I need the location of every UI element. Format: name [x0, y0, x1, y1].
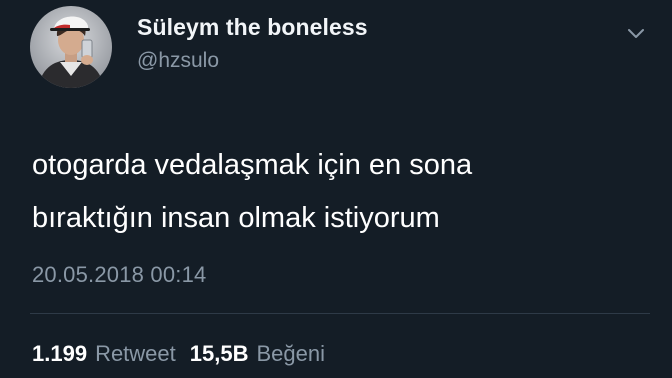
like-label: Beğeni — [256, 341, 326, 366]
retweet-stat[interactable]: 1.199 Retweet — [32, 341, 176, 367]
tweet-text: otogarda vedalaşmak için en sona bıraktı… — [32, 149, 473, 234]
divider — [30, 313, 650, 314]
avatar[interactable] — [30, 6, 112, 88]
profile-photo-icon — [30, 6, 112, 88]
tweet-card: Süleym the boneless @hzsulo otogarda ved… — [0, 0, 672, 378]
retweet-label: Retweet — [95, 341, 176, 366]
chevron-down-icon[interactable] — [625, 22, 647, 44]
display-name[interactable]: Süleym the boneless — [137, 14, 368, 41]
retweet-count: 1.199 — [32, 341, 88, 366]
tweet-stats: 1.199 Retweet 15,5B Beğeni — [32, 341, 325, 367]
like-count: 15,5B — [189, 341, 249, 366]
user-handle[interactable]: @hzsulo — [137, 49, 219, 73]
like-stat[interactable]: 15,5B Beğeni — [190, 341, 325, 367]
tweet-timestamp[interactable]: 20.05.2018 00:14 — [32, 262, 206, 288]
